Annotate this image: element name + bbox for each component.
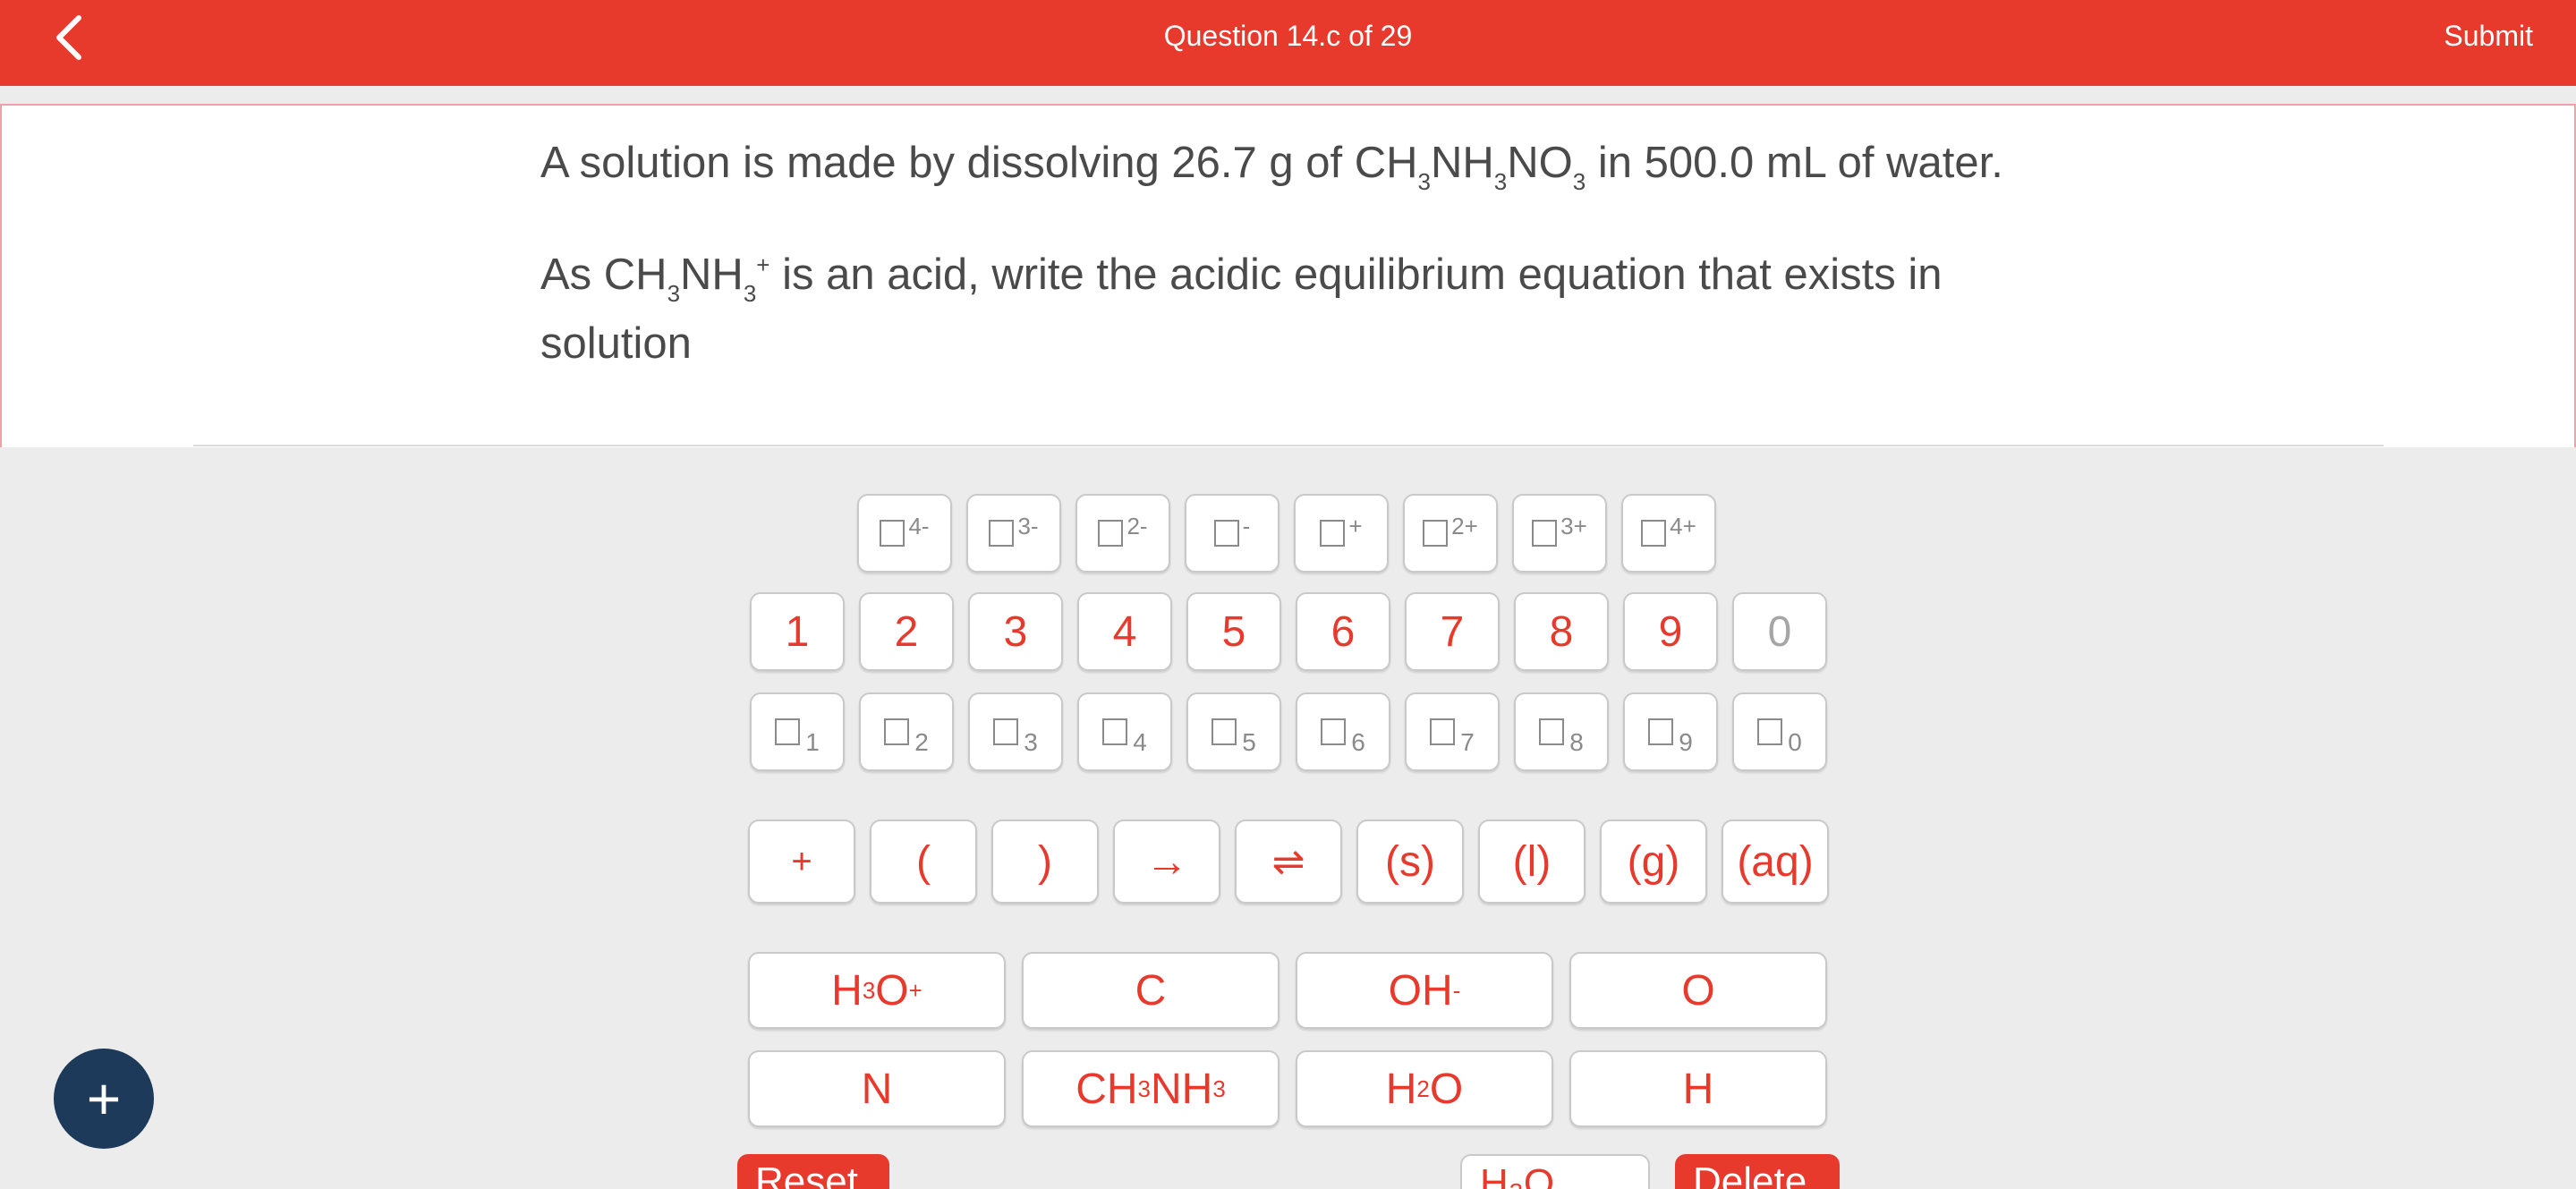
close-paren-key[interactable]: ) xyxy=(991,820,1099,904)
subscript-key-0[interactable]: 0 xyxy=(1732,692,1827,771)
question-panel: A solution is made by dissolving 26.7 g … xyxy=(0,104,2576,447)
placeholder-box-icon xyxy=(1648,718,1674,745)
charge-key-3-plus[interactable]: 3+ xyxy=(1512,494,1607,573)
number-key-5[interactable]: 5 xyxy=(1186,592,1281,671)
species-key-ch3nh3[interactable]: CH 3 NH 3 xyxy=(1022,1050,1279,1127)
charge-key-3-minus[interactable]: 3- xyxy=(966,494,1061,573)
delete-button[interactable]: Delete xyxy=(1675,1154,1840,1189)
equilibrium-arrow-key[interactable]: ⇌ xyxy=(1235,820,1342,904)
species-key-h3o-plus[interactable]: H 3 O + xyxy=(748,952,1006,1029)
placeholder-box-icon xyxy=(1321,718,1347,745)
number-key-7[interactable]: 7 xyxy=(1405,592,1500,671)
placeholder-box-icon xyxy=(1532,520,1558,547)
placeholder-box-icon xyxy=(1757,718,1783,745)
subscript-key-3[interactable]: 3 xyxy=(968,692,1063,771)
charge-key-4-minus[interactable]: 4- xyxy=(857,494,952,573)
placeholder-box-icon xyxy=(1423,520,1449,547)
open-paren-key[interactable]: ( xyxy=(870,820,977,904)
species-key-c[interactable]: C xyxy=(1022,952,1279,1029)
water-key[interactable]: H₂O xyxy=(1460,1154,1650,1189)
question-counter: Question 14.c of 29 xyxy=(1163,20,1413,52)
question-line-2: As CH3NH3+ is an acid, write the acidic … xyxy=(540,251,1943,368)
placeholder-box-icon xyxy=(880,520,905,547)
number-key-1[interactable]: 1 xyxy=(750,592,845,671)
placeholder-box-icon xyxy=(884,718,910,745)
placeholder-box-icon xyxy=(1098,520,1124,547)
placeholder-box-icon xyxy=(989,520,1015,547)
plus-key[interactable]: + xyxy=(748,820,855,904)
number-key-0[interactable]: 0 xyxy=(1732,592,1827,671)
placeholder-box-icon xyxy=(1211,718,1237,745)
number-key-8[interactable]: 8 xyxy=(1514,592,1609,671)
placeholder-box-icon xyxy=(1641,520,1667,547)
placeholder-box-icon xyxy=(775,718,801,745)
reaction-arrow-key[interactable]: → xyxy=(1113,820,1220,904)
submit-button[interactable]: Submit xyxy=(2444,20,2533,53)
subscript-key-7[interactable]: 7 xyxy=(1405,692,1500,771)
divider xyxy=(193,445,2384,446)
species-key-h[interactable]: H xyxy=(1569,1050,1827,1127)
number-key-2[interactable]: 2 xyxy=(859,592,954,671)
question-line-1: A solution is made by dissolving 26.7 g … xyxy=(540,139,2003,195)
species-key-o[interactable]: O xyxy=(1569,952,1827,1029)
placeholder-box-icon xyxy=(1102,718,1128,745)
top-bar: Question 14.c of 29 Submit xyxy=(0,0,2576,86)
subscript-key-2[interactable]: 2 xyxy=(859,692,954,771)
species-key-h2o[interactable]: H2O xyxy=(1296,1050,1553,1127)
number-key-3[interactable]: 3 xyxy=(968,592,1063,671)
charge-key-2-plus[interactable]: 2+ xyxy=(1403,494,1498,573)
subscript-key-4[interactable]: 4 xyxy=(1077,692,1172,771)
add-plus-icon[interactable]: + xyxy=(54,1049,154,1149)
subscript-key-5[interactable]: 5 xyxy=(1186,692,1281,771)
species-key-oh-minus[interactable]: OH - xyxy=(1296,952,1553,1029)
number-key-9[interactable]: 9 xyxy=(1623,592,1718,671)
solid-state-key[interactable]: (s) xyxy=(1356,820,1464,904)
number-key-6[interactable]: 6 xyxy=(1296,592,1390,671)
subscript-key-9[interactable]: 9 xyxy=(1623,692,1718,771)
gas-state-key[interactable]: (g) xyxy=(1600,820,1707,904)
placeholder-box-icon xyxy=(1213,520,1239,547)
charge-key-2-minus[interactable]: 2- xyxy=(1075,494,1170,573)
aqueous-state-key[interactable]: (aq) xyxy=(1722,820,1829,904)
placeholder-box-icon xyxy=(1320,520,1346,547)
species-key-n[interactable]: N xyxy=(748,1050,1006,1127)
subscript-key-6[interactable]: 6 xyxy=(1296,692,1390,771)
liquid-state-key[interactable]: (l) xyxy=(1478,820,1586,904)
number-key-4[interactable]: 4 xyxy=(1077,592,1172,671)
charge-key-plus[interactable]: + xyxy=(1294,494,1389,573)
subscript-key-1[interactable]: 1 xyxy=(750,692,845,771)
subscript-key-8[interactable]: 8 xyxy=(1514,692,1609,771)
charge-key-4-plus[interactable]: 4+ xyxy=(1621,494,1716,573)
placeholder-box-icon xyxy=(1539,718,1565,745)
charge-key-minus[interactable]: - xyxy=(1185,494,1279,573)
placeholder-box-icon xyxy=(993,718,1019,745)
placeholder-box-icon xyxy=(1430,718,1456,745)
reset-button[interactable]: Reset xyxy=(737,1154,889,1189)
